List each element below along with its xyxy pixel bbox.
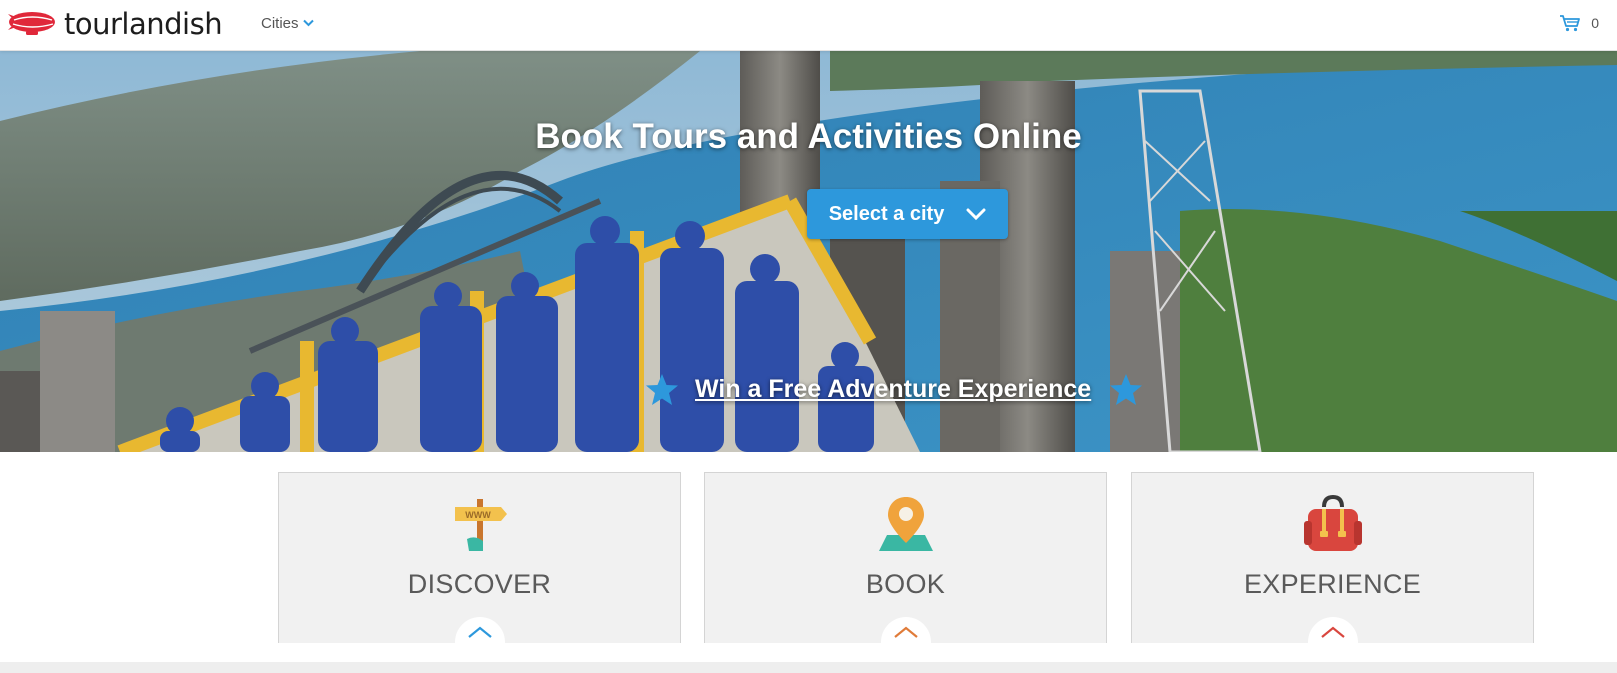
book-card[interactable]: BOOK [704,472,1107,667]
hero-title: Book Tours and Activities Online [535,117,1082,156]
experience-title: EXPERIENCE [1243,569,1422,599]
chevron-up-icon [467,626,492,638]
backpack-icon [1303,495,1362,551]
discover-expand-button[interactable] [454,617,505,667]
cart-button[interactable]: 0 [1559,13,1599,33]
book-title: BOOK [865,569,946,599]
book-expand-button[interactable] [880,617,931,667]
feature-cards: WWW DISCOVER BOOK EXPERIENCE [0,452,1617,667]
discover-title: DISCOVER [407,569,552,599]
promo-banner: Win a Free Adventure Experience [645,369,1143,409]
logo[interactable]: tourlandish [6,6,223,42]
star-icon [1110,373,1143,405]
signpost-text: WWW [465,510,491,520]
footer-strip [0,662,1617,673]
map-pin-icon [878,497,933,551]
shopping-cart-icon [1560,15,1581,32]
logo-text: tourlandish [64,7,223,41]
cities-menu[interactable]: Cities [261,12,314,34]
chevron-up-icon [1320,626,1345,638]
cities-menu-label: Cities [261,14,299,32]
blimp-logo-icon [8,12,55,35]
hero-banner: Book Tours and Activities Online Select … [0,51,1617,452]
cart-count: 0 [1591,15,1599,31]
chevron-up-icon [893,626,918,638]
experience-card[interactable]: EXPERIENCE [1131,472,1534,667]
discover-card[interactable]: WWW DISCOVER [278,472,681,667]
star-icon [646,373,678,405]
select-city-dropdown[interactable]: Select a city [807,189,1008,239]
chevron-down-icon [966,208,986,220]
signpost-icon: WWW [454,499,507,551]
experience-expand-button[interactable] [1307,617,1358,667]
site-header: tourlandish Cities 0 [0,0,1617,51]
select-city-label: Select a city [828,202,945,225]
chevron-down-icon [302,19,314,27]
win-adventure-link[interactable]: Win a Free Adventure Experience [695,375,1091,404]
